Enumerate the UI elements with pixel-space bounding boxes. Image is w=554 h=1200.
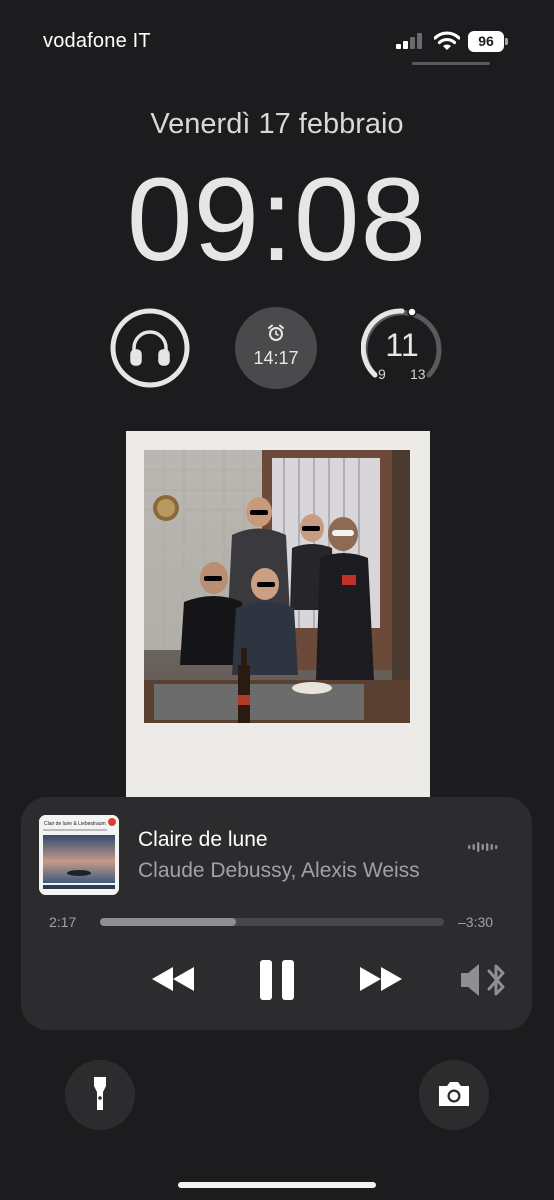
flashlight-button[interactable] xyxy=(65,1060,135,1130)
group-photo xyxy=(144,450,410,723)
weather-widget[interactable]: 11 9 13 xyxy=(360,307,443,389)
album-cover-title: Clair de lune & Liebestraum xyxy=(44,821,106,827)
high-temperature: 13 xyxy=(410,366,426,382)
forward-icon[interactable] xyxy=(357,961,405,997)
battery-indicator: 96 xyxy=(468,31,510,52)
control-center-grabber[interactable] xyxy=(412,62,490,65)
track-title: Claire de lune xyxy=(138,828,268,851)
battery-level: 96 xyxy=(468,31,504,52)
wallpaper-polaroid-photo xyxy=(126,431,430,797)
album-art[interactable]: Clair de lune & Liebestraum xyxy=(39,815,119,895)
remaining-time: –3:30 xyxy=(458,914,494,930)
elapsed-time: 2:17 xyxy=(49,914,77,930)
wifi-icon xyxy=(434,31,460,50)
headphones-icon xyxy=(130,330,170,366)
home-indicator[interactable] xyxy=(178,1182,376,1188)
alarm-widget[interactable]: 14:17 xyxy=(235,307,317,389)
lock-screen-time: 09:08 xyxy=(126,154,428,286)
now-playing-widget[interactable]: Clair de lune & Liebestraum Claire de lu… xyxy=(21,797,532,1030)
lock-screen-date: Venerdì 17 febbraio xyxy=(150,108,404,140)
low-temperature: 9 xyxy=(378,366,386,382)
playback-progress-fill xyxy=(100,918,237,926)
current-temperature: 11 xyxy=(385,327,419,363)
alarm-time: 14:17 xyxy=(253,348,299,368)
temperature-marker xyxy=(407,307,417,317)
flashlight-icon xyxy=(94,1077,106,1110)
album-cover-image: Clair de lune & Liebestraum xyxy=(39,815,119,895)
pause-icon[interactable] xyxy=(257,957,297,1003)
backward-icon[interactable] xyxy=(149,961,197,997)
headphones-battery-widget[interactable] xyxy=(109,307,191,389)
audio-visualizer-icon xyxy=(468,842,498,852)
speaker-bluetooth-icon[interactable] xyxy=(459,961,509,999)
playback-scrubber[interactable] xyxy=(100,918,444,926)
camera-button[interactable] xyxy=(419,1060,489,1130)
cellular-signal-icon xyxy=(396,33,422,49)
alarm-clock-icon xyxy=(268,324,284,341)
track-artist: Claude Debussy, Alexis Weiss xyxy=(138,859,420,882)
carrier-name: vodafone IT xyxy=(43,30,151,52)
headphones-battery-ring xyxy=(110,308,190,388)
camera-icon xyxy=(439,1082,469,1106)
